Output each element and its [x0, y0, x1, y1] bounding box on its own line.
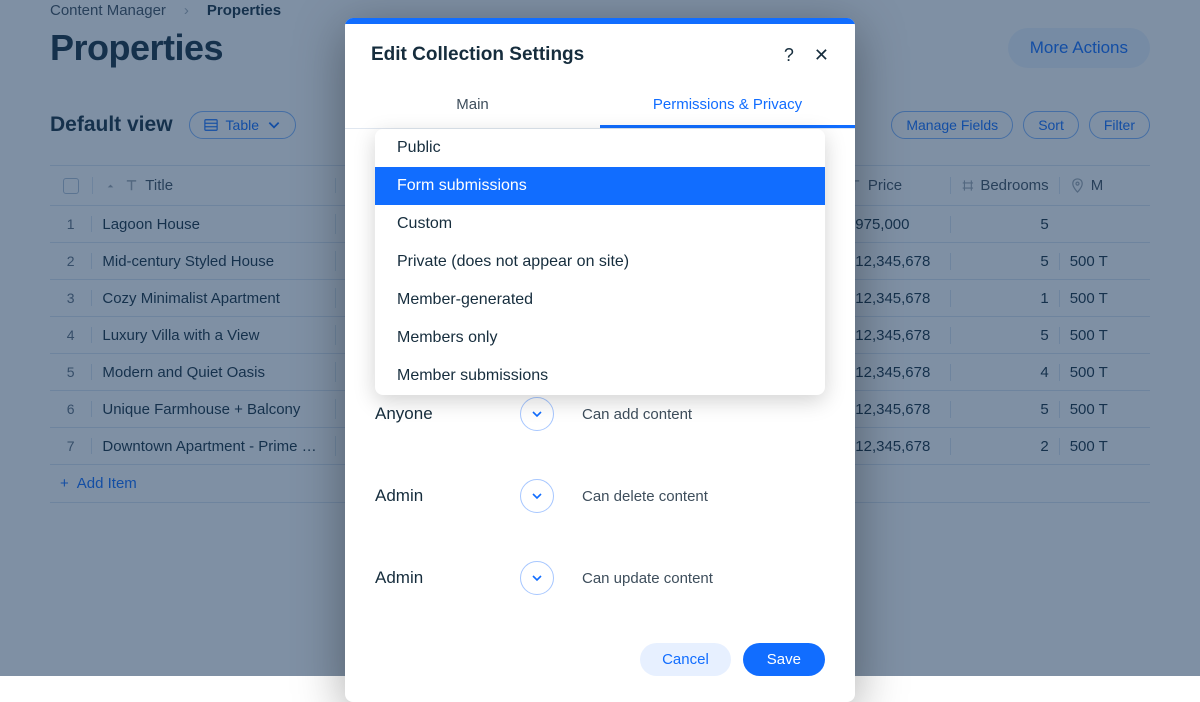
- dropdown-option[interactable]: Form submissions: [375, 167, 825, 205]
- tab-permissions[interactable]: Permissions & Privacy: [600, 84, 855, 128]
- tab-main[interactable]: Main: [345, 84, 600, 128]
- dropdown-option[interactable]: Private (does not appear on site): [375, 243, 825, 281]
- role-dropdown-toggle[interactable]: [520, 397, 554, 431]
- permission-desc: Can update content: [582, 570, 713, 587]
- permission-role: Admin: [375, 568, 520, 588]
- dropdown-option[interactable]: Member-generated: [375, 281, 825, 319]
- dropdown-option[interactable]: Custom: [375, 205, 825, 243]
- permission-row: Admin Can update content: [375, 561, 825, 595]
- permission-desc: Can delete content: [582, 488, 708, 505]
- dropdown-option[interactable]: Members only: [375, 319, 825, 357]
- permission-row: Admin Can delete content: [375, 479, 825, 513]
- permission-desc: Can add content: [582, 406, 692, 423]
- permission-type-dropdown: PublicForm submissionsCustomPrivate (doe…: [375, 129, 825, 395]
- modal-tabs: Main Permissions & Privacy: [345, 84, 855, 129]
- close-icon[interactable]: ✕: [814, 45, 829, 66]
- role-dropdown-toggle[interactable]: [520, 479, 554, 513]
- modal-overlay: Edit Collection Settings ? ✕ Main Permis…: [0, 0, 1200, 676]
- save-button[interactable]: Save: [743, 643, 825, 676]
- role-dropdown-toggle[interactable]: [520, 561, 554, 595]
- edit-collection-modal: Edit Collection Settings ? ✕ Main Permis…: [345, 18, 855, 702]
- dropdown-option[interactable]: Member submissions: [375, 357, 825, 395]
- cancel-button[interactable]: Cancel: [640, 643, 731, 676]
- modal-title: Edit Collection Settings: [371, 44, 584, 66]
- help-icon[interactable]: ?: [784, 45, 794, 66]
- permission-role: Anyone: [375, 404, 520, 424]
- dropdown-option[interactable]: Public: [375, 129, 825, 167]
- permission-row: Anyone Can add content: [375, 397, 825, 431]
- permission-role: Admin: [375, 486, 520, 506]
